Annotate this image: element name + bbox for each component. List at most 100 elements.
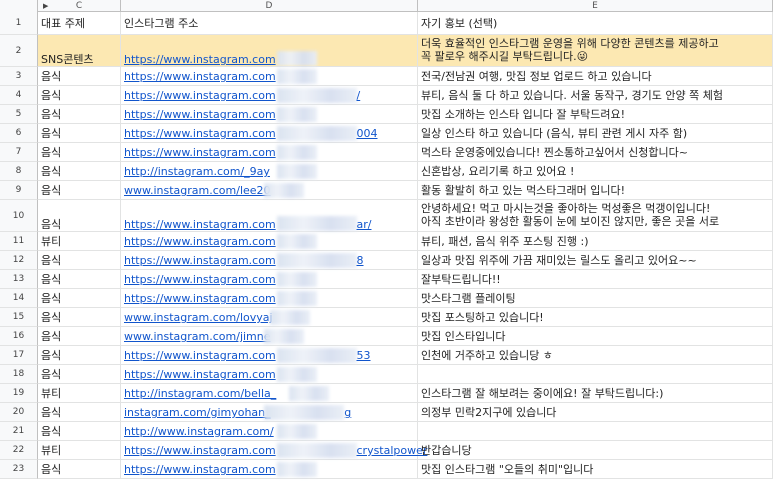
select-all-corner[interactable] xyxy=(0,0,38,12)
row-header[interactable]: 4 xyxy=(0,86,38,105)
row-header[interactable]: 19 xyxy=(0,384,38,403)
column-header-d[interactable]: D xyxy=(121,0,418,12)
promo-cell[interactable]: 더욱 효율적인 인스타그램 운영을 위해 다양한 콘텐츠를 제공하고 꼭 팔로우 … xyxy=(418,35,773,67)
row-header[interactable]: 5 xyxy=(0,105,38,124)
instagram-link[interactable]: https://www.instagram.com xyxy=(124,254,276,267)
row-header[interactable]: 2 xyxy=(0,35,38,67)
topic-cell[interactable]: 음식 xyxy=(38,86,121,105)
instagram-link[interactable]: https://www.instagram.com xyxy=(124,218,276,231)
instagram-link[interactable]: https://www.instagram.com xyxy=(124,368,276,381)
instagram-link[interactable]: https://www.instagram.com xyxy=(124,89,276,102)
instagram-url-cell[interactable]: https://www.instagram.com xyxy=(121,35,418,67)
promo-cell[interactable]: 뷰티, 패션, 음식 위주 포스팅 진행 :) xyxy=(418,232,773,251)
instagram-url-cell[interactable]: http://instagram.com/bella_ xyxy=(121,384,418,403)
topic-cell[interactable]: 음식 xyxy=(38,251,121,270)
instagram-link[interactable]: instagram.com/gimyohan_ xyxy=(124,406,271,419)
column-header-e[interactable]: E xyxy=(418,0,773,12)
topic-cell[interactable]: 음식 xyxy=(38,143,121,162)
topic-cell[interactable]: 음식 xyxy=(38,403,121,422)
row-header[interactable]: 7 xyxy=(0,143,38,162)
instagram-link-suffix[interactable]: 8 xyxy=(357,251,364,270)
promo-cell[interactable]: 의정부 민락2지구에 있습니다 xyxy=(418,403,773,422)
row-header[interactable]: 6 xyxy=(0,124,38,143)
header-cell-promo[interactable]: 자기 홍보 (선택) xyxy=(418,12,773,35)
promo-cell[interactable]: 전국/전남권 여행, 맛집 정보 업로드 하고 있습니다 xyxy=(418,67,773,86)
topic-cell[interactable]: 음식 xyxy=(38,460,121,479)
row-header[interactable]: 21 xyxy=(0,422,38,441)
topic-cell[interactable]: 음식 xyxy=(38,270,121,289)
promo-cell[interactable]: 인스타그램 잘 해보려는 중이에요! 잘 부탁드립니다:) xyxy=(418,384,773,403)
promo-cell[interactable]: 일상 인스타 하고 있습니다 (음식, 뷰티 관련 게시 자주 함) xyxy=(418,124,773,143)
topic-cell[interactable]: 음식 xyxy=(38,308,121,327)
promo-cell[interactable]: 뷰티, 음식 둘 다 하고 있습니다. 서울 동작구, 경기도 안양 쪽 체험 xyxy=(418,86,773,105)
promo-cell[interactable]: 맛집 인스타그램 "오들의 취미"입니다 xyxy=(418,460,773,479)
row-header[interactable]: 17 xyxy=(0,346,38,365)
instagram-url-cell[interactable]: https://www.instagram.com xyxy=(121,232,418,251)
row-header[interactable]: 14 xyxy=(0,289,38,308)
promo-cell[interactable]: 신혼밥상, 요리기록 하고 있어요 ! xyxy=(418,162,773,181)
row-header[interactable]: 13 xyxy=(0,270,38,289)
instagram-link[interactable]: www.instagram.com/lovyaj xyxy=(124,311,273,324)
instagram-url-cell[interactable]: https://www.instagram.com xyxy=(121,86,418,105)
instagram-link[interactable]: http://www.instagram.com/ xyxy=(124,425,274,438)
instagram-url-cell[interactable]: https://www.instagram.com xyxy=(121,200,418,232)
instagram-link-suffix[interactable]: / xyxy=(357,86,361,105)
topic-cell[interactable]: 음식 xyxy=(38,422,121,441)
instagram-link[interactable]: https://www.instagram.com xyxy=(124,146,276,159)
row-header[interactable]: 16 xyxy=(0,327,38,346)
promo-cell[interactable]: 맛집 소개하는 인스타 입니다 잘 부탁드려요! xyxy=(418,105,773,124)
topic-cell[interactable]: 음식 xyxy=(38,346,121,365)
instagram-link[interactable]: https://www.instagram.com xyxy=(124,444,276,457)
promo-cell[interactable]: 맛집 포스팅하고 있습니다! xyxy=(418,308,773,327)
instagram-link[interactable]: https://www.instagram.com xyxy=(124,349,276,362)
row-header[interactable]: 9 xyxy=(0,181,38,200)
instagram-link[interactable]: https://www.instagram.com xyxy=(124,127,276,140)
instagram-link[interactable]: https://www.instagram.com xyxy=(124,273,276,286)
topic-cell[interactable]: 음식 xyxy=(38,200,121,232)
topic-cell[interactable]: 뷰티 xyxy=(38,232,121,251)
promo-cell[interactable]: 먹스타 운영중에있습니다! 찐소통하고싶어서 신청합니다~ xyxy=(418,143,773,162)
row-header[interactable]: 22 xyxy=(0,441,38,460)
instagram-link[interactable]: https://www.instagram.com xyxy=(124,463,276,476)
row-header[interactable]: 3 xyxy=(0,67,38,86)
instagram-link-suffix[interactable]: ar/ xyxy=(357,200,372,232)
topic-cell[interactable]: 음식 xyxy=(38,124,121,143)
instagram-url-cell[interactable]: https://www.instagram.com xyxy=(121,365,418,384)
promo-cell[interactable]: 맛스타그램 플레이팅 xyxy=(418,289,773,308)
header-cell-topic[interactable]: 대표 주제 xyxy=(38,12,121,35)
instagram-url-cell[interactable]: https://www.instagram.com xyxy=(121,67,418,86)
instagram-link[interactable]: https://www.instagram.com xyxy=(124,70,276,83)
instagram-url-cell[interactable]: https://www.instagram.com xyxy=(121,460,418,479)
instagram-url-cell[interactable]: https://www.instagram.com xyxy=(121,105,418,124)
topic-cell[interactable]: 음식 xyxy=(38,327,121,346)
instagram-link[interactable]: www.instagram.com/lee20 xyxy=(124,184,271,197)
promo-cell[interactable]: 활동 활발히 하고 있는 먹스타그래머 입니다! xyxy=(418,181,773,200)
row-header[interactable]: 11 xyxy=(0,232,38,251)
instagram-link[interactable]: https://www.instagram.com xyxy=(124,235,276,248)
instagram-link-suffix[interactable]: g xyxy=(344,403,351,422)
promo-cell[interactable]: 일상과 맛집 위주에 가끔 재미있는 릴스도 올리고 있어요~~ xyxy=(418,251,773,270)
row-header[interactable]: 8 xyxy=(0,162,38,181)
instagram-url-cell[interactable]: https://www.instagram.com xyxy=(121,289,418,308)
instagram-link[interactable]: https://www.instagram.com xyxy=(124,53,276,66)
row-header[interactable]: 18 xyxy=(0,365,38,384)
instagram-link[interactable]: www.instagram.com/jimne xyxy=(124,330,271,343)
topic-cell[interactable]: 음식 xyxy=(38,162,121,181)
column-header-c[interactable]: C xyxy=(38,0,121,12)
promo-cell[interactable]: 잘부탁드립니다!! xyxy=(418,270,773,289)
topic-cell[interactable]: 음식 xyxy=(38,181,121,200)
row-header[interactable]: 12 xyxy=(0,251,38,270)
row-header[interactable]: 10 xyxy=(0,200,38,232)
promo-cell[interactable] xyxy=(418,422,773,441)
instagram-url-cell[interactable]: https://www.instagram.com xyxy=(121,143,418,162)
instagram-link[interactable]: http://instagram.com/bella_ xyxy=(124,387,276,400)
instagram-link[interactable]: http://instagram.com/_9ay xyxy=(124,165,270,178)
topic-cell[interactable]: SNS콘텐츠 xyxy=(38,35,121,67)
topic-cell[interactable]: 음식 xyxy=(38,105,121,124)
topic-cell[interactable]: 음식 xyxy=(38,365,121,384)
header-cell-url[interactable]: 인스타그램 주소 xyxy=(121,12,418,35)
promo-cell[interactable]: 맛집 인스타입니다 xyxy=(418,327,773,346)
instagram-url-cell[interactable]: https://www.instagram.com xyxy=(121,270,418,289)
instagram-link[interactable]: https://www.instagram.com xyxy=(124,292,276,305)
instagram-url-cell[interactable]: https://www.instagram.com xyxy=(121,251,418,270)
